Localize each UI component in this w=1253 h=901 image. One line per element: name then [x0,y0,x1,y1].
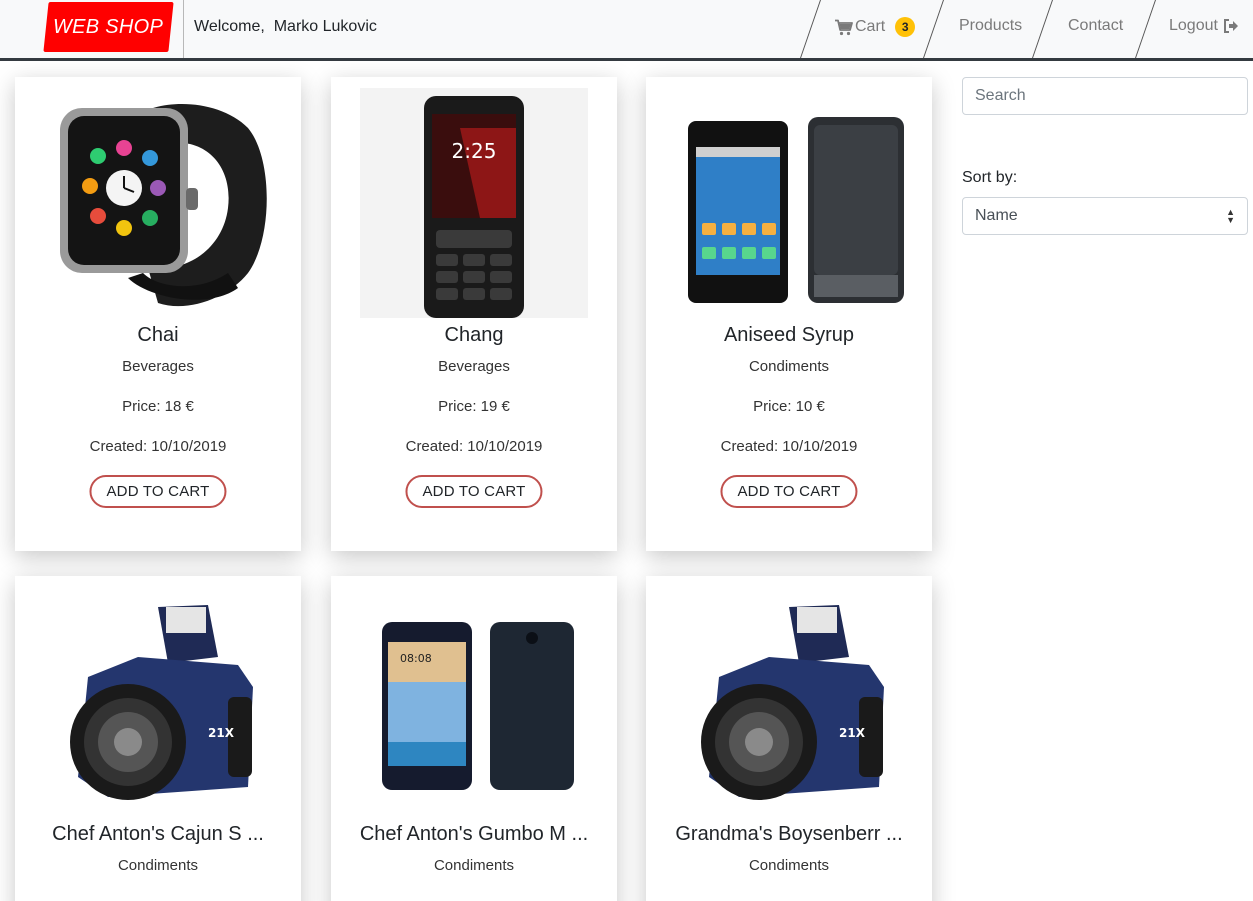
navbar-divider [183,0,184,58]
cart-count-badge: 3 [895,17,916,37]
cart-icon [835,19,853,35]
cart-label: Cart [855,18,886,35]
nav-logout-link[interactable]: Logout [1169,17,1239,35]
product-category: Condiments [433,857,515,874]
feature-phone-image: 2:25 [331,87,617,319]
product-card: 21X Chef Anton's Cajun S ... Condiments [15,576,301,901]
sort-label: Sort by: [962,169,1018,186]
product-title[interactable]: Chef Anton's Cajun S ... [15,823,301,846]
svg-text:2:25: 2:25 [452,139,497,163]
product-category: Beverages [122,358,194,375]
nav-separator [1032,0,1053,58]
product-created-date: Created: 10/10/2019 [89,438,227,455]
add-to-cart-button[interactable]: ADD TO CART [720,475,858,508]
product-card: 2:25 Chang Beverages Price: 19 € Created… [331,77,617,551]
product-category: Beverages [438,358,510,375]
nav-separator [923,0,944,58]
brand-logo[interactable]: WEB SHOP [43,2,174,52]
product-price: Price: 19 € [438,398,510,415]
contact-label: Contact [1068,17,1124,34]
smartphone-image: 08:08 [331,586,617,818]
product-title[interactable]: Chef Anton's Gumbo M ... [331,823,617,846]
welcome-text: Welcome, Marko Lukovic [194,18,377,35]
svg-text:21X: 21X [208,726,235,740]
product-category: Condiments [748,857,830,874]
svg-text:08:08: 08:08 [400,652,432,665]
camera-image: 21X [646,586,932,818]
product-created-date: Created: 10/10/2019 [405,438,543,455]
product-title[interactable]: Aniseed Syrup [646,324,932,347]
add-to-cart-button[interactable]: ADD TO CART [405,475,543,508]
add-to-cart-button[interactable]: ADD TO CART [89,475,227,508]
svg-text:21X: 21X [839,726,866,740]
sort-select[interactable]: Name ▲ ▼ [962,197,1248,235]
brand-label: WEB SHOP [53,15,164,38]
nav-products-link[interactable]: Products [959,17,1022,35]
nav-separator [1135,0,1156,58]
camera-image: 21X [15,586,301,818]
nav-contact-link[interactable]: Contact [1068,17,1123,35]
navbar: WEB SHOP Welcome, Marko Lukovic Cart 3 P… [0,0,1253,61]
nav-separator [800,0,821,58]
product-category: Condiments [748,358,830,375]
product-created-date: Created: 10/10/2019 [720,438,858,455]
select-arrows-icon: ▲ ▼ [1226,207,1235,225]
product-title[interactable]: Chang [331,324,617,347]
smartphone-image [646,87,932,319]
smartwatch-image [15,87,301,319]
product-card: Aniseed Syrup Condiments Price: 10 € Cre… [646,77,932,551]
product-card: 21X Grandma's Boysenberr ... Condiments [646,576,932,901]
product-card: 08:08 Chef Anton's Gumbo M ... Condiment… [331,576,617,901]
search-input[interactable] [962,77,1248,115]
product-card: Chai Beverages Price: 18 € Created: 10/1… [15,77,301,551]
logout-label: Logout [1169,17,1218,34]
logout-icon [1223,19,1238,33]
product-title[interactable]: Grandma's Boysenberr ... [646,823,932,846]
product-price: Price: 18 € [122,398,194,415]
product-price: Price: 10 € [753,398,825,415]
product-title[interactable]: Chai [15,324,301,347]
nav-cart-link[interactable]: Cart 3 [835,17,916,37]
sort-select-value: Name [975,207,1018,224]
products-label: Products [959,17,1023,34]
product-category: Condiments [117,857,199,874]
